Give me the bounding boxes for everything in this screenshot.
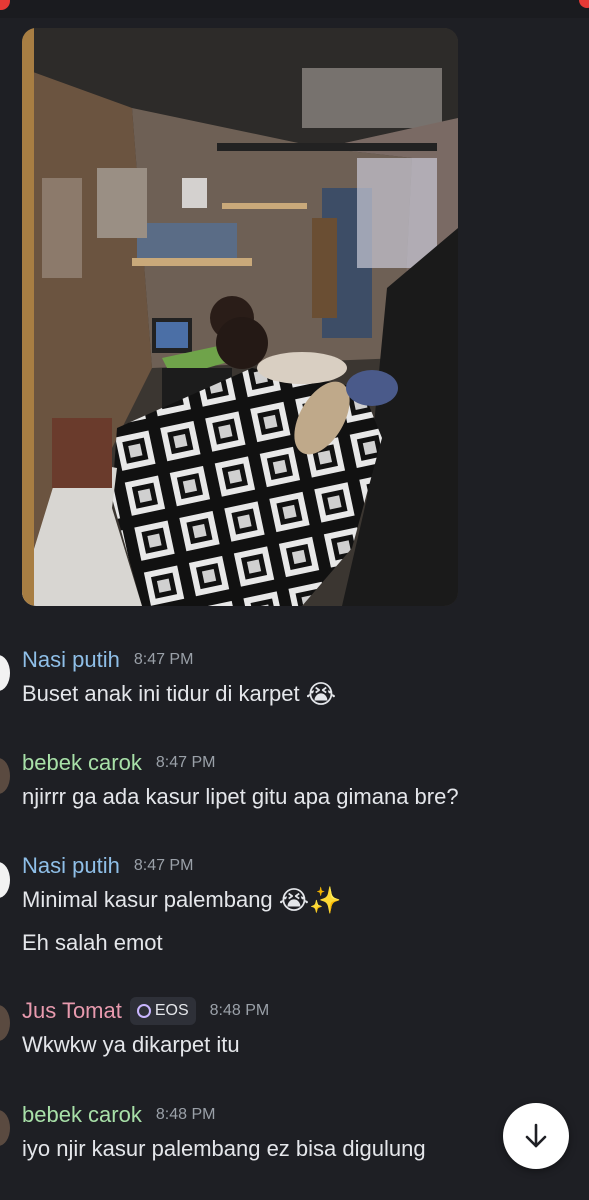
- message-text: Minimal kasur palembang 😭✨: [22, 885, 579, 916]
- author-name[interactable]: Nasi putih: [22, 645, 120, 675]
- avatar[interactable]: [0, 1005, 10, 1041]
- arrow-down-icon: [525, 1123, 547, 1148]
- message-line: Buset anak ini tidur di karpet: [22, 681, 300, 706]
- message-header: bebek carok 8:47 PM: [22, 748, 579, 778]
- moon-icon: [136, 1004, 151, 1018]
- message-line: Minimal kasur palembang: [22, 887, 273, 912]
- timestamp: 8:48 PM: [155, 1106, 216, 1123]
- top-strip: [0, 0, 589, 18]
- message-text: njirrr ga ada kasur lipet gitu apa giman…: [22, 784, 459, 809]
- scroll-to-bottom-button[interactable]: [503, 1103, 569, 1169]
- timestamp: 8:48 PM: [209, 1002, 270, 1019]
- message-text: Eh salah emot: [22, 930, 163, 956]
- timestamp: 8:47 PM: [155, 754, 216, 771]
- message-text: Wkwkw ya dikarpet itu: [22, 1032, 240, 1057]
- message-item: bebek carok 8:47 PM njirrr ga ada kasur …: [22, 748, 579, 812]
- author-name[interactable]: bebek carok: [22, 748, 142, 778]
- author-name[interactable]: Jus Tomat: [22, 996, 122, 1026]
- avatar[interactable]: [0, 1110, 10, 1146]
- message-header: Nasi putih 8:47 PM: [22, 851, 579, 881]
- timestamp: 8:47 PM: [133, 857, 194, 874]
- notification-badge-right: [579, 0, 589, 8]
- timestamp: 8:47 PM: [133, 651, 194, 668]
- avatar[interactable]: [0, 862, 10, 898]
- avatar[interactable]: [0, 758, 10, 794]
- message-item: bebek carok 8:48 PM iyo njir kasur palem…: [22, 1100, 579, 1164]
- avatar[interactable]: [0, 655, 10, 691]
- message-item: Nasi putih 8:47 PM Minimal kasur palemba…: [22, 851, 579, 958]
- message-header: Nasi putih 8:47 PM: [22, 645, 579, 675]
- server-tag[interactable]: EOS: [129, 997, 196, 1025]
- author-name[interactable]: Nasi putih: [22, 851, 120, 881]
- message-header: bebek carok 8:48 PM: [22, 1100, 579, 1130]
- server-tag-label: EOS: [154, 1002, 189, 1019]
- loudly-crying-emoji-icon: 😭: [305, 680, 337, 711]
- message-item: Jus Tomat EOS 8:48 PM Wkwkw ya dikarpet …: [22, 996, 579, 1060]
- photo-attachment[interactable]: [22, 28, 458, 606]
- notification-badge: [0, 0, 10, 10]
- message-text: iyo njir kasur palembang ez bisa digulun…: [22, 1136, 426, 1161]
- message-header: Jus Tomat EOS 8:48 PM: [22, 996, 579, 1026]
- message-text: Buset anak ini tidur di karpet 😭: [22, 679, 579, 710]
- crying-sparkles-emoji-icon: 😭✨: [278, 886, 342, 917]
- room-photo-image: [22, 28, 458, 606]
- author-name[interactable]: bebek carok: [22, 1100, 142, 1130]
- message-item: Nasi putih 8:47 PM Buset anak ini tidur …: [22, 645, 579, 710]
